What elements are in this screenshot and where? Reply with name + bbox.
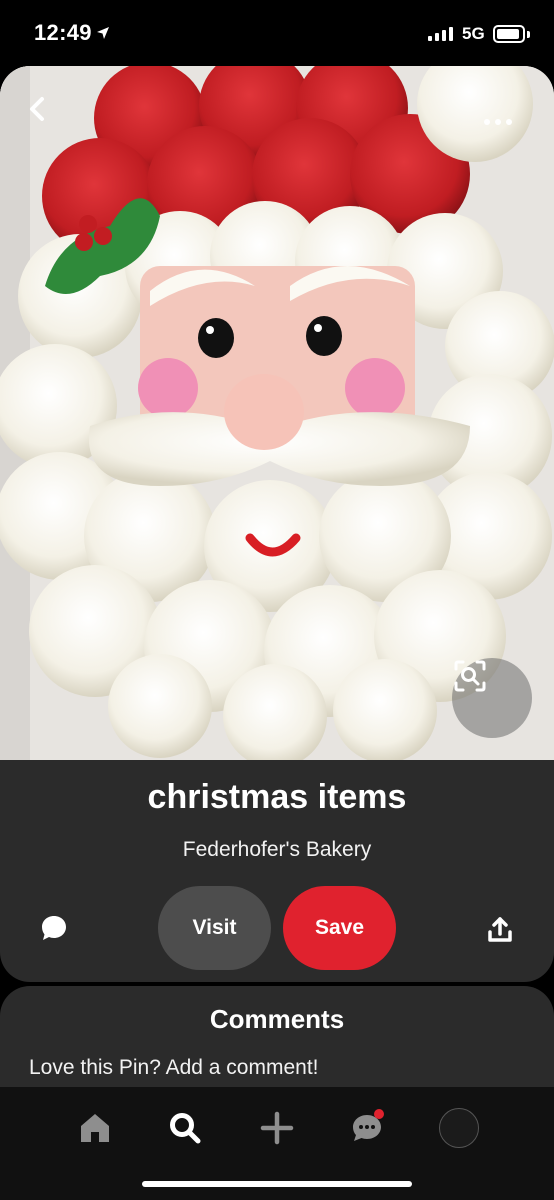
more-dots-icon (484, 119, 490, 125)
share-upload-icon (488, 917, 512, 942)
pin-image[interactable] (0, 66, 554, 760)
status-time: 12:49 (34, 20, 92, 45)
battery-tip (527, 31, 530, 38)
more-options-button[interactable] (474, 102, 522, 142)
home-indicator (142, 1181, 412, 1187)
search-icon (170, 1113, 201, 1144)
chevron-left-icon (30, 97, 44, 121)
back-button[interactable] (26, 96, 70, 140)
cellular-signal-icon (428, 27, 453, 41)
location-arrow-icon (96, 27, 109, 39)
home-icon (81, 1114, 109, 1142)
visit-button[interactable]: Visit (158, 886, 271, 970)
profile-avatar (439, 1108, 479, 1148)
nav-search[interactable] (158, 1101, 212, 1155)
speech-bubble-icon (42, 916, 66, 940)
nav-messages[interactable] (340, 1101, 394, 1155)
visual-search-icon (454, 660, 486, 692)
comments-heading: Comments (209, 1004, 345, 1034)
battery-icon (493, 25, 525, 43)
comment-button[interactable] (36, 910, 72, 946)
save-button[interactable]: Save (283, 886, 396, 970)
status-clock: 12:49 (34, 20, 110, 46)
visual-search-button[interactable] (452, 658, 532, 738)
share-button[interactable] (482, 912, 518, 948)
santa-cake-illustration (0, 66, 554, 760)
battery-level-fill (497, 29, 519, 39)
add-comment-prompt[interactable]: Love this Pin? Add a comment! (29, 1056, 319, 1080)
network-type: 5G (462, 24, 485, 43)
pin-card: christmas items Federhofer's Bakery Visi… (0, 66, 554, 982)
nav-home[interactable] (68, 1101, 122, 1155)
nav-profile[interactable] (432, 1101, 486, 1155)
pin-title: christmas items (147, 778, 407, 816)
status-bar: 12:49 5G (0, 0, 554, 62)
plus-icon (260, 1111, 294, 1145)
pin-author[interactable]: Federhofer's Bakery (0, 838, 554, 862)
nav-create[interactable] (250, 1101, 304, 1155)
notification-dot (374, 1109, 384, 1119)
